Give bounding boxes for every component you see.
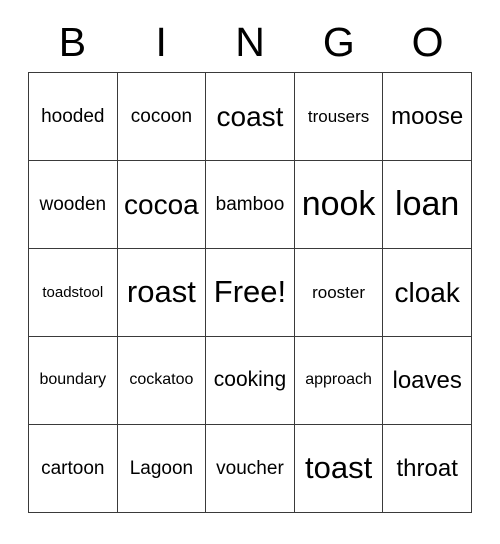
bingo-cell[interactable]: toadstool	[29, 249, 118, 337]
bingo-cell-label: cartoon	[41, 457, 105, 479]
bingo-cell[interactable]: rooster	[294, 249, 384, 337]
bingo-cell[interactable]: loaves	[383, 337, 472, 425]
bingo-cell-label: cockatoo	[129, 371, 194, 389]
bingo-cell[interactable]: cocoa	[117, 161, 207, 249]
bingo-cell-label: toadstool	[42, 283, 104, 301]
bingo-cell[interactable]: bamboo	[206, 161, 295, 249]
bingo-cell-label: approach	[305, 371, 372, 389]
header-letter-i: I	[155, 18, 167, 65]
bingo-cell[interactable]: moose	[383, 73, 472, 161]
bingo-cell-label: nook	[301, 184, 376, 223]
bingo-cell-label: wooden	[39, 193, 107, 215]
bingo-cell[interactable]: toast	[294, 425, 384, 513]
bingo-free-space-label: Free!	[213, 274, 287, 310]
bingo-cell[interactable]: trousers	[294, 73, 384, 161]
bingo-row: wooden cocoa bamboo nook loan	[29, 161, 472, 249]
bingo-cell[interactable]: cooking	[206, 337, 295, 425]
bingo-cell-label: coast	[216, 100, 284, 132]
bingo-cell-label: toast	[304, 450, 373, 486]
bingo-cell[interactable]: voucher	[206, 425, 295, 513]
bingo-cell[interactable]: cocoon	[117, 73, 207, 161]
bingo-cell-label: bamboo	[215, 193, 285, 215]
bingo-cell[interactable]: loan	[383, 161, 472, 249]
bingo-cell[interactable]: cockatoo	[117, 337, 207, 425]
bingo-cell-label: rooster	[312, 282, 366, 302]
header-letter-g: G	[322, 18, 355, 65]
bingo-cell-label: loan	[395, 184, 460, 223]
bingo-cell-label: trousers	[307, 106, 370, 126]
bingo-cell-label: roast	[126, 274, 196, 310]
bingo-cell-label: Lagoon	[129, 457, 194, 479]
bingo-cell[interactable]: hooded	[29, 73, 118, 161]
bingo-cell-label: cocoon	[130, 105, 193, 127]
bingo-cell[interactable]: cloak	[383, 249, 472, 337]
header-letter-b: B	[58, 18, 87, 65]
bingo-cell-label: loaves	[392, 366, 462, 394]
bingo-cell-label: hooded	[41, 105, 105, 127]
bingo-grid: hooded cocoon coast trousers moose woode…	[28, 72, 472, 513]
bingo-row: cartoon Lagoon voucher toast throat	[29, 425, 472, 513]
bingo-cell-label: voucher	[216, 457, 284, 479]
bingo-row: toadstool roast Free! rooster cloak	[29, 249, 472, 337]
bingo-cell-label: moose	[391, 102, 464, 130]
header-letter-n: N	[235, 18, 265, 65]
bingo-cell-label: boundary	[39, 371, 107, 389]
bingo-cell-label: cocoa	[124, 188, 199, 220]
header-letter-o: O	[411, 18, 444, 65]
bingo-card: B I N G O hooded cocoon coast trousers m…	[28, 12, 472, 513]
bingo-cell[interactable]: Lagoon	[117, 425, 207, 513]
bingo-cell-free-space[interactable]: Free!	[206, 249, 295, 337]
bingo-header: B I N G O	[28, 12, 472, 72]
bingo-cell[interactable]: boundary	[29, 337, 118, 425]
bingo-cell[interactable]: wooden	[29, 161, 118, 249]
bingo-cell[interactable]: throat	[383, 425, 472, 513]
bingo-row: hooded cocoon coast trousers moose	[29, 73, 472, 161]
bingo-cell[interactable]: roast	[117, 249, 207, 337]
bingo-cell[interactable]: approach	[294, 337, 384, 425]
bingo-cell-label: cooking	[213, 368, 287, 392]
bingo-cell-label: throat	[396, 454, 458, 482]
bingo-row: boundary cockatoo cooking approach loave…	[29, 337, 472, 425]
bingo-cell[interactable]: nook	[294, 161, 384, 249]
bingo-cell-label: cloak	[394, 276, 460, 308]
bingo-cell[interactable]: cartoon	[29, 425, 118, 513]
bingo-cell[interactable]: coast	[206, 73, 295, 161]
